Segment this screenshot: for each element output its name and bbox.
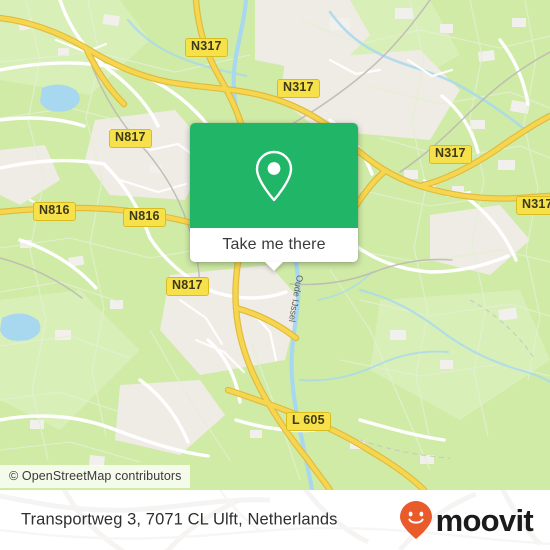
map-pin-icon	[255, 150, 293, 201]
road-shield[interactable]: L 605	[286, 412, 331, 431]
map-attribution[interactable]: © OpenStreetMap contributors	[0, 465, 190, 488]
moovit-wordmark: moovit	[435, 502, 534, 538]
road-shield[interactable]: N817	[109, 129, 152, 148]
location-address: Transportweg 3, 7071 CL Ulft, Netherland…	[21, 510, 338, 529]
card-pointer-tail	[265, 262, 283, 271]
screenshot-root: N317 N317 N317 N317 N817 N816 N816 N817 …	[0, 0, 550, 550]
road-shield[interactable]: N317	[429, 145, 472, 164]
location-card[interactable]: Take me there	[190, 123, 358, 271]
map-canvas[interactable]: N317 N317 N317 N317 N817 N816 N816 N817 …	[0, 0, 550, 490]
footer-bar: Transportweg 3, 7071 CL Ulft, Netherland…	[0, 490, 550, 550]
road-shield[interactable]: N317	[277, 79, 320, 98]
road-shield[interactable]: N817	[166, 277, 209, 296]
take-me-there-button[interactable]: Take me there	[190, 228, 358, 262]
moovit-smiley-pin-icon	[399, 501, 432, 539]
road-shield[interactable]: N317	[185, 38, 228, 57]
road-shield[interactable]: N317	[516, 196, 550, 215]
moovit-logo[interactable]: moovit	[399, 500, 534, 540]
road-shield[interactable]: N816	[123, 208, 166, 227]
location-card-header	[190, 123, 358, 228]
take-me-there-label: Take me there	[222, 236, 326, 253]
road-shield[interactable]: N816	[33, 202, 76, 221]
